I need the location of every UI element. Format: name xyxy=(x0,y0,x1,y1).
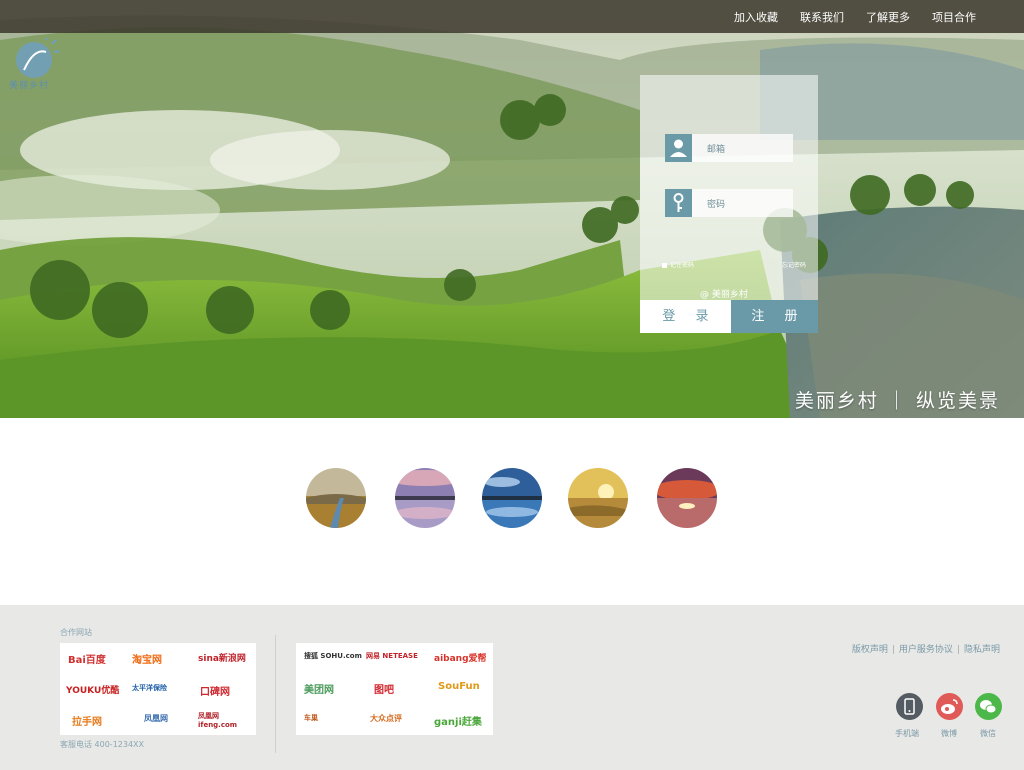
partner-logo[interactable]: 淘宝网 xyxy=(132,651,162,666)
nav-contact-us[interactable]: 联系我们 xyxy=(800,9,844,25)
footer-divider xyxy=(275,635,276,753)
forgot-password-link[interactable]: 忘记密码 xyxy=(782,260,806,269)
partner-logo[interactable]: Bai百度 xyxy=(68,651,106,666)
partner-logo[interactable]: 口碑网 xyxy=(200,683,230,698)
nav-project-cooperation[interactable]: 项目合作 xyxy=(932,9,976,25)
partner-logo[interactable]: SouFun xyxy=(438,681,480,692)
landscape-image xyxy=(0,0,1024,418)
top-navigation-bar: 加入收藏 联系我们 了解更多 项目合作 xyxy=(0,0,1024,33)
landscape-thumb-2[interactable] xyxy=(395,468,455,528)
landscape-thumb-4[interactable] xyxy=(568,468,628,528)
partner-logo[interactable]: 拉手网 xyxy=(72,713,102,728)
gallery-thumbnails xyxy=(0,468,1024,530)
landscape-thumb-5[interactable] xyxy=(657,468,717,528)
partner-logo[interactable]: 太平洋保险 xyxy=(132,683,167,693)
landscape-thumb-1[interactable] xyxy=(306,468,366,528)
partner-logo[interactable]: 大众点评 xyxy=(370,713,402,724)
weibo-icon[interactable] xyxy=(936,693,963,720)
register-button[interactable]: 注 册 xyxy=(731,300,818,333)
partner-logo[interactable]: 图吧 xyxy=(374,681,394,696)
hero-slogan: 美丽乡村 ｜ 纵览美景 xyxy=(794,390,1000,412)
partner-logo[interactable]: 搜狐 SOHU.com xyxy=(304,651,362,661)
privacy-link[interactable]: 隐私声明 xyxy=(964,645,1000,655)
wechat-icon[interactable] xyxy=(975,693,1002,720)
partner-logo[interactable]: 凤凰网 ifeng.com xyxy=(198,711,248,729)
mobile-label: 手机端 xyxy=(895,729,919,738)
user-icon xyxy=(665,134,692,162)
partner-logos-left: Bai百度 淘宝网 sina新浪网 YOUKU优酷 太平洋保险 口碑网 拉手网 … xyxy=(60,643,256,735)
footer-links: 版权声明 | 用户服务协议 | 隐私声明 xyxy=(851,645,1000,655)
partner-logo[interactable]: 美团网 xyxy=(304,681,334,696)
partner-logo[interactable]: ganji赶集 xyxy=(434,713,482,728)
top-nav-links: 加入收藏 联系我们 了解更多 项目合作 xyxy=(734,0,976,33)
landscape-thumb-3[interactable] xyxy=(482,468,542,528)
footer: 合作网站 Bai百度 淘宝网 sina新浪网 YOUKU优酷 太平洋保险 口碑网… xyxy=(0,605,1024,770)
partner-title: 合作网站 xyxy=(60,628,92,637)
nav-learn-more[interactable]: 了解更多 xyxy=(866,9,910,25)
partner-logos-right: 搜狐 SOHU.com 网易 NETEASE aibang爱帮 美团网 图吧 S… xyxy=(296,643,493,735)
key-icon xyxy=(665,189,692,217)
password-label: 密码 xyxy=(707,200,726,210)
logo-text: 美丽乡村 xyxy=(9,81,50,91)
user-agreement-link[interactable]: 用户服务协议 xyxy=(899,645,953,655)
hero-banner: 加入收藏 联系我们 了解更多 项目合作 美丽乡村 邮箱 密码 记住密码 忘记密码… xyxy=(0,0,1024,418)
panel-brand: @ 美丽乡村 xyxy=(700,290,748,300)
partner-logo[interactable]: 网易 NETEASE xyxy=(366,651,418,661)
email-label: 邮箱 xyxy=(707,145,726,155)
customer-hotline: 客服电话 400-1234XX xyxy=(60,740,145,749)
remember-label: 记住密码 xyxy=(670,262,695,269)
partner-logo[interactable]: 车巢 xyxy=(304,713,318,723)
wechat-label: 微信 xyxy=(980,729,996,738)
email-field[interactable]: 邮箱 xyxy=(665,134,793,162)
partner-logo[interactable]: sina新浪网 xyxy=(198,651,246,664)
password-field[interactable]: 密码 xyxy=(665,189,793,217)
copyright-link[interactable]: 版权声明 xyxy=(852,645,888,655)
login-button[interactable]: 登 录 xyxy=(640,300,731,333)
nav-add-favorite[interactable]: 加入收藏 xyxy=(734,9,778,25)
remember-checkbox[interactable] xyxy=(662,263,667,268)
partner-logo[interactable]: 凤凰网 xyxy=(144,713,168,724)
weibo-label: 微博 xyxy=(941,729,957,738)
remember-password[interactable]: 记住密码 xyxy=(662,260,694,269)
mobile-icon[interactable] xyxy=(896,693,923,720)
login-panel: 邮箱 密码 记住密码 忘记密码 @ 美丽乡村 登 录 注 册 xyxy=(640,75,818,333)
partner-logo[interactable]: YOUKU优酷 xyxy=(66,683,119,696)
partner-logo[interactable]: aibang爱帮 xyxy=(434,651,487,664)
